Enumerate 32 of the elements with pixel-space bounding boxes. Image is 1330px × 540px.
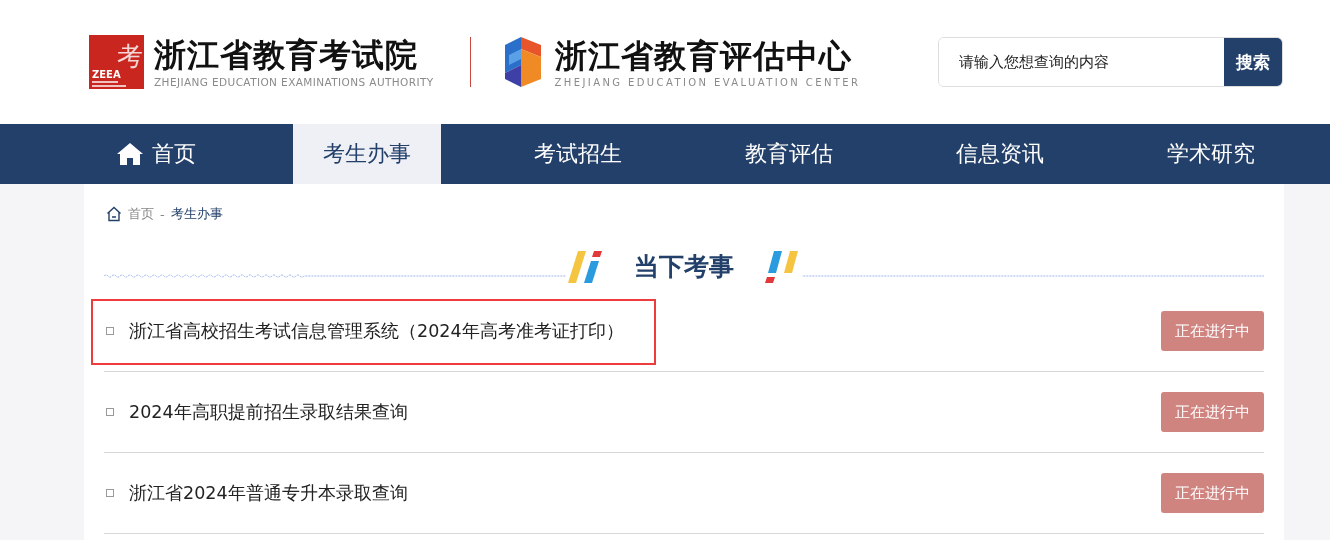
item-link[interactable]: 2024年高职提前招生录取结果查询 [129,400,408,424]
home-icon [115,142,144,166]
nav-tab[interactable]: 学术研究 [1136,124,1285,184]
slash-decoration-icon [764,248,800,285]
nav-tab[interactable]: 考生办事 [292,124,441,184]
slash-decoration-icon [568,248,604,285]
breadcrumb-separator: - [160,206,165,222]
org-subtitle: ZHEJIANG EDUCATION EXAMINATIONS AUTHORITY [154,76,434,88]
search-field[interactable]: 请输入您想查询的内容 搜索 [938,37,1283,87]
status-badge: 正在进行中 [1161,392,1264,432]
item-link[interactable]: 浙江省2024年普通专升本录取查询 [129,481,408,505]
status-badge: 正在进行中 [1161,473,1264,513]
org-name: 浙江省教育评估中心 [554,36,853,75]
status-badge: 正在进行中 [1161,311,1264,351]
breadcrumb-link[interactable]: 首页 [128,205,154,223]
bullet-icon [106,327,114,335]
org-name: 浙江省教育考试院 [154,36,419,74]
logo-mark: 考 [117,43,143,70]
bullet-icon [106,408,114,416]
search-button[interactable]: 搜索 [1224,38,1282,86]
caption-lines-icon [92,81,126,87]
nav-tab[interactable]: 首页 [81,124,230,184]
section-title: 当下考事 [634,251,734,283]
logo-abbreviation: ZEEA [92,70,121,80]
bullet-icon [106,489,114,497]
org-subtitle: ZHEJIANG EDUCATION EVALUATION CENTER [554,76,861,88]
nav-tab[interactable]: 教育评估 [714,124,863,184]
nav-tab[interactable]: 考试招生 [503,124,652,184]
nav-tab[interactable]: 信息资讯 [925,124,1074,184]
breadcrumb-current: 考生办事 [170,205,223,223]
home-icon [106,206,122,222]
item-link[interactable]: 浙江省高校招生考试信息管理系统（2024年高考准考证打印） [129,319,624,343]
